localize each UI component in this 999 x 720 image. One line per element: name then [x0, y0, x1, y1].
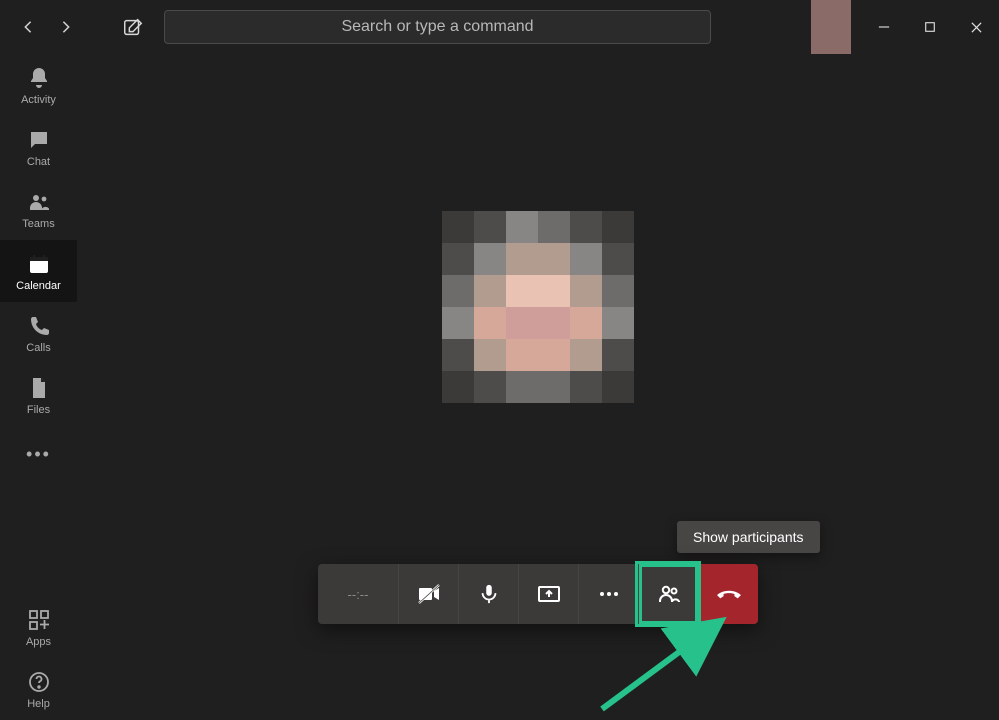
- toggle-camera-button[interactable]: [398, 564, 458, 624]
- more-actions-button[interactable]: [578, 564, 638, 624]
- search-input[interactable]: Search or type a command: [164, 10, 711, 44]
- window-close-button[interactable]: [953, 0, 999, 54]
- rail-label: Teams: [22, 218, 54, 230]
- people-icon: [657, 582, 681, 606]
- call-stage: Show participants --:--: [77, 54, 999, 720]
- rail-more-button[interactable]: •••: [0, 426, 77, 483]
- rail-item-calendar[interactable]: Calendar: [0, 240, 77, 302]
- rail-label: Calls: [26, 342, 50, 354]
- history-nav: [18, 17, 76, 37]
- teams-icon: [27, 190, 51, 214]
- rail-item-files[interactable]: Files: [0, 364, 77, 426]
- rail-item-chat[interactable]: Chat: [0, 116, 77, 178]
- title-bar: Search or type a command: [0, 0, 999, 54]
- more-icon: [597, 582, 621, 606]
- annotation-arrow: [587, 609, 757, 719]
- new-message-button[interactable]: [122, 16, 144, 38]
- share-screen-button[interactable]: [518, 564, 578, 624]
- profile-avatar[interactable]: [811, 0, 851, 54]
- share-screen-icon: [537, 582, 561, 606]
- help-icon: [27, 670, 51, 694]
- window-maximize-button[interactable]: [907, 0, 953, 54]
- camera-off-icon: [417, 582, 441, 606]
- participant-video: [442, 211, 634, 403]
- app-rail: Activity Chat Teams Calendar Calls Files…: [0, 54, 77, 720]
- rail-label: Apps: [26, 636, 51, 648]
- hang-up-button[interactable]: [698, 564, 758, 624]
- forward-button[interactable]: [56, 17, 76, 37]
- apps-icon: [27, 608, 51, 632]
- search-placeholder: Search or type a command: [341, 18, 533, 36]
- bell-icon: [27, 66, 51, 90]
- calls-icon: [27, 314, 51, 338]
- calendar-icon: [27, 252, 51, 276]
- chat-icon: [27, 128, 51, 152]
- window-minimize-button[interactable]: [861, 0, 907, 54]
- hang-up-icon: [716, 581, 742, 607]
- microphone-icon: [478, 583, 500, 605]
- window-controls: [811, 0, 999, 54]
- rail-label: Activity: [21, 94, 56, 106]
- tooltip-show-participants: Show participants: [677, 521, 820, 553]
- rail-item-teams[interactable]: Teams: [0, 178, 77, 240]
- show-participants-button[interactable]: [638, 564, 698, 624]
- files-icon: [27, 376, 51, 400]
- toggle-mic-button[interactable]: [458, 564, 518, 624]
- rail-item-activity[interactable]: Activity: [0, 54, 77, 116]
- rail-item-help[interactable]: Help: [0, 658, 77, 720]
- call-timer: --:--: [318, 564, 398, 624]
- call-toolbar: --:--: [318, 564, 758, 624]
- back-button[interactable]: [18, 17, 38, 37]
- rail-label: Calendar: [16, 280, 61, 292]
- rail-label: Help: [27, 698, 50, 710]
- rail-label: Files: [27, 404, 50, 416]
- rail-item-calls[interactable]: Calls: [0, 302, 77, 364]
- rail-item-apps[interactable]: Apps: [0, 596, 77, 658]
- rail-label: Chat: [27, 156, 50, 168]
